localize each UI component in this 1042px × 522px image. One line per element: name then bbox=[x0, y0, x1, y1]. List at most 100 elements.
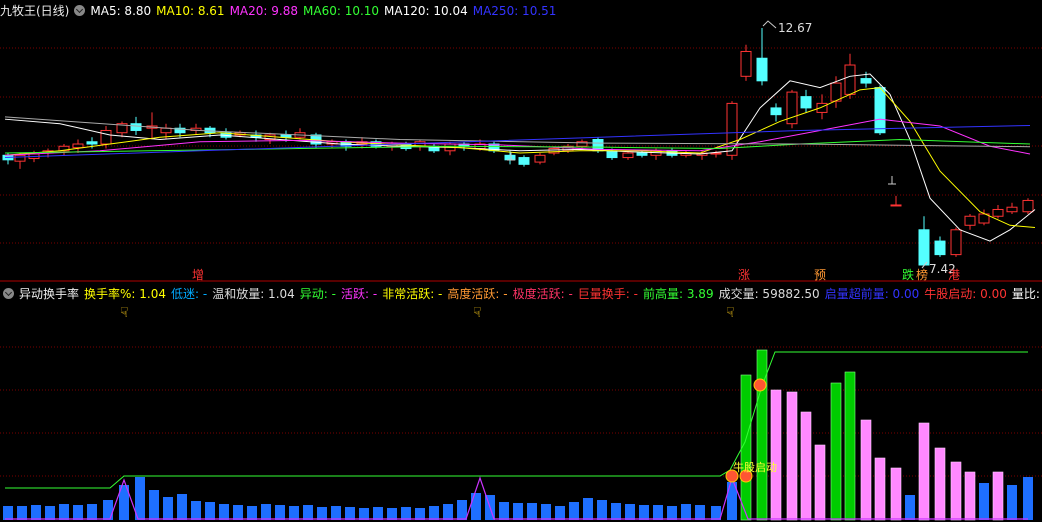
volume-bar bbox=[247, 506, 257, 520]
indicator-item: 前高量: 3.89 bbox=[643, 287, 714, 301]
candle-body bbox=[800, 96, 812, 109]
candle-body bbox=[830, 82, 842, 102]
candle-body bbox=[992, 208, 1004, 217]
volume-bar bbox=[73, 505, 83, 520]
candle-body bbox=[86, 141, 98, 145]
candlestick[interactable] bbox=[14, 153, 26, 169]
volume-bar bbox=[569, 502, 579, 520]
volume-bar bbox=[541, 504, 551, 520]
candlestick[interactable] bbox=[518, 155, 530, 167]
chevron-down-icon[interactable] bbox=[3, 288, 14, 299]
volume-bar bbox=[583, 498, 593, 520]
volume-bar bbox=[1007, 485, 1017, 520]
candle-body bbox=[14, 154, 26, 162]
candle-body bbox=[606, 150, 618, 159]
candlestick[interactable] bbox=[800, 89, 812, 113]
volume-bar bbox=[711, 506, 721, 520]
volume-bar bbox=[951, 462, 961, 520]
candle-body bbox=[534, 154, 546, 163]
volume-bar bbox=[667, 506, 677, 520]
signal-label: 榜 bbox=[916, 268, 929, 282]
volume-bar bbox=[1023, 477, 1033, 520]
candlestick[interactable] bbox=[740, 44, 752, 81]
prior-high-volume-line bbox=[5, 351, 1028, 489]
volume-bar bbox=[801, 412, 811, 520]
candle-body bbox=[636, 152, 648, 156]
indicator-item: 极度活跃: - bbox=[512, 287, 573, 301]
candlestick[interactable] bbox=[146, 112, 158, 140]
volume-bar bbox=[681, 504, 691, 520]
volume-bar bbox=[87, 504, 97, 520]
candlestick[interactable] bbox=[964, 213, 976, 230]
candlestick[interactable] bbox=[1006, 202, 1018, 214]
candle-body bbox=[740, 50, 752, 77]
volume-bar bbox=[787, 392, 797, 520]
volume-bar bbox=[919, 423, 929, 520]
candlestick[interactable] bbox=[786, 89, 798, 129]
hand-cursor-icon: ☟ bbox=[726, 305, 735, 321]
volume-bar bbox=[935, 448, 945, 520]
volume-bar bbox=[163, 497, 173, 520]
volume-bar bbox=[993, 472, 1003, 520]
chart-canvas[interactable]: 12.677.42牛股启动 bbox=[0, 0, 1042, 522]
volume-bar bbox=[471, 493, 481, 520]
candlestick[interactable] bbox=[950, 227, 962, 257]
candle-body bbox=[504, 154, 516, 161]
candle-body bbox=[100, 129, 112, 145]
candlestick[interactable] bbox=[918, 216, 930, 266]
volume-bar bbox=[31, 505, 41, 520]
candle-body bbox=[1006, 206, 1018, 213]
volume-bar bbox=[303, 505, 313, 520]
volume-bar bbox=[3, 506, 13, 520]
stock-chart-window: 九牧王(日线) MA5: 8.80 MA10: 8.61 MA20: 9.88 MA60… bbox=[0, 0, 1042, 522]
indicator-item: 低迷: - bbox=[171, 287, 208, 301]
candlestick[interactable] bbox=[770, 103, 782, 122]
volume-bar bbox=[625, 504, 635, 520]
signal-label: 跌 bbox=[902, 268, 915, 282]
candlestick[interactable] bbox=[294, 128, 306, 140]
candlestick[interactable] bbox=[534, 153, 546, 165]
indicator-item: 温和放量: 1.04 bbox=[212, 287, 295, 301]
volume-bar bbox=[345, 507, 355, 520]
volume-bar bbox=[233, 505, 243, 520]
volume-bar bbox=[695, 505, 705, 520]
candlestick[interactable] bbox=[756, 28, 768, 86]
candlestick[interactable] bbox=[72, 139, 84, 154]
volume-bar bbox=[639, 505, 649, 520]
volume-bar bbox=[831, 383, 841, 520]
indicator-item: 活跃: - bbox=[340, 287, 378, 301]
indicator-item: 巨量换手: - bbox=[577, 287, 638, 301]
candlestick[interactable] bbox=[992, 204, 1004, 219]
candlestick[interactable] bbox=[1022, 198, 1034, 214]
volume-bar bbox=[513, 503, 523, 520]
candlestick[interactable] bbox=[414, 139, 426, 151]
volume-bar bbox=[415, 508, 425, 520]
volume-bar bbox=[611, 503, 621, 520]
volume-bar bbox=[317, 507, 327, 520]
candlestick[interactable] bbox=[428, 144, 440, 154]
volume-bar bbox=[401, 507, 411, 520]
volume-bar bbox=[861, 420, 871, 520]
indicator-title[interactable]: 异动换手率 bbox=[19, 287, 79, 301]
candlestick[interactable] bbox=[934, 236, 946, 257]
volume-bar bbox=[979, 483, 989, 520]
candle-body bbox=[964, 215, 976, 226]
high-marker bbox=[762, 20, 777, 29]
candlestick[interactable] bbox=[874, 85, 886, 135]
volume-bar bbox=[17, 506, 27, 520]
candlestick[interactable] bbox=[890, 195, 902, 207]
indicator-item: 启量超前量: 0.00 bbox=[824, 287, 920, 301]
candlestick[interactable] bbox=[116, 121, 128, 138]
indicator-item: 高度活跃: - bbox=[447, 287, 508, 301]
candle-body bbox=[918, 229, 930, 266]
volume-bar bbox=[845, 372, 855, 520]
volume-bar bbox=[527, 503, 537, 520]
candlestick[interactable] bbox=[190, 123, 202, 135]
bull-start-icon bbox=[753, 378, 767, 392]
volume-bar bbox=[261, 504, 271, 520]
indicator-item: 量比: 1.01 bbox=[1011, 287, 1042, 301]
volume-bar bbox=[45, 506, 55, 520]
volume-bar bbox=[457, 500, 467, 520]
candlestick[interactable] bbox=[680, 150, 692, 158]
candle-body bbox=[1022, 199, 1034, 213]
